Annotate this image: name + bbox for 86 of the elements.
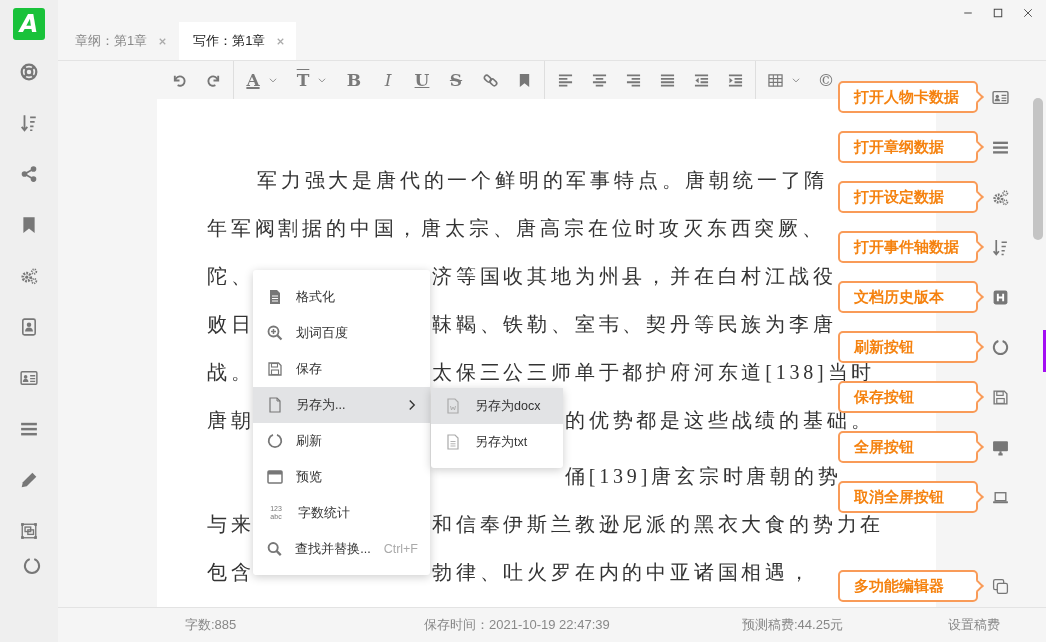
align-right-icon bbox=[625, 72, 641, 88]
copy-button[interactable] bbox=[990, 576, 1010, 596]
body-text: 唐朝 bbox=[207, 407, 255, 433]
bookmark-icon bbox=[20, 215, 38, 234]
tab[interactable]: 写作：第1章 bbox=[179, 22, 297, 60]
caret-icon bbox=[267, 75, 278, 85]
body-text: 战。 bbox=[207, 359, 255, 385]
menu-item[interactable]: 刷新 bbox=[253, 423, 430, 459]
save-icon bbox=[267, 361, 283, 377]
contact-book-icon bbox=[20, 317, 38, 336]
strikethrough-button[interactable]: S bbox=[439, 63, 473, 97]
table-icon bbox=[767, 72, 783, 88]
close-icon bbox=[1022, 7, 1034, 19]
body-text: 和信奉伊斯兰教逊尼派的黑衣大食的势力在 bbox=[432, 511, 885, 537]
italic-button[interactable]: I bbox=[371, 63, 405, 97]
marker-bar bbox=[1043, 330, 1046, 372]
h-square-icon bbox=[991, 288, 1009, 306]
menu-item[interactable]: 划词百度 bbox=[253, 315, 430, 351]
id-card-icon bbox=[991, 88, 1009, 106]
app-logo: A bbox=[13, 8, 45, 40]
tooltip-callout: 全屏按钮 bbox=[838, 431, 986, 463]
align-center-icon bbox=[591, 72, 607, 88]
sort-icon bbox=[20, 113, 38, 132]
body-text: 败日 bbox=[207, 311, 255, 337]
id-card-icon bbox=[20, 368, 38, 387]
menu-item[interactable]: 另存为txt bbox=[431, 424, 563, 460]
body-text: 济等国收其地为州县，并在白村江战役 bbox=[432, 263, 837, 289]
document-icon bbox=[267, 289, 283, 305]
gears-icon bbox=[20, 266, 38, 285]
body-text: 包含 bbox=[207, 559, 255, 585]
menu-item[interactable]: 另存为docx bbox=[431, 388, 563, 424]
body-text: 靺鞨、铁勒、室韦、契丹等民族为李唐 bbox=[432, 311, 837, 337]
sort-icon bbox=[991, 238, 1009, 256]
pencil-icon bbox=[20, 470, 38, 489]
search-icon bbox=[267, 541, 283, 557]
menu-item[interactable]: 格式化 bbox=[253, 279, 430, 315]
estimated-fee: 预测稿费:44.25元 bbox=[742, 616, 845, 635]
body-text: 军力强大是唐代的一个鲜明的军事特点。唐朝统一了隋 bbox=[257, 167, 829, 193]
save-time: 保存时间：2021-10-19 22:47:39 bbox=[424, 616, 611, 635]
gears-icon bbox=[991, 188, 1009, 206]
indent-icon bbox=[727, 72, 743, 88]
text-file-icon bbox=[445, 434, 461, 450]
menu-item[interactable]: 另存为... bbox=[253, 387, 430, 423]
save-icon bbox=[991, 388, 1009, 406]
copy-icon bbox=[991, 577, 1009, 595]
body-text: 勃律、吐火罗在内的中亚诸国相遇， bbox=[432, 559, 813, 585]
font-color-button[interactable]: A bbox=[237, 63, 287, 97]
save-button[interactable] bbox=[990, 387, 1010, 407]
shortcut-label: Ctrl+F bbox=[383, 540, 418, 558]
refresh-icon bbox=[23, 557, 41, 575]
tooltip-callout: 打开事件轴数据 bbox=[838, 231, 986, 263]
share-icon bbox=[20, 164, 38, 183]
sort-button[interactable] bbox=[990, 237, 1010, 257]
bold-button[interactable]: B bbox=[337, 63, 371, 97]
tooltip-callout: 文档历史版本 bbox=[838, 281, 986, 313]
justify-icon bbox=[659, 72, 675, 88]
tooltip-callout: 打开设定数据 bbox=[838, 181, 986, 213]
word-file-icon bbox=[445, 398, 461, 414]
zoom-in-icon bbox=[267, 325, 283, 341]
refresh-icon bbox=[267, 433, 283, 449]
font-size-button[interactable]: T bbox=[287, 63, 337, 97]
outdent-icon bbox=[693, 72, 709, 88]
body-text: 年军阀割据的中国，唐太宗、唐高宗在位时攻灭东西突厥、 bbox=[207, 215, 826, 241]
link-icon bbox=[482, 72, 498, 88]
monitor-icon bbox=[991, 438, 1009, 456]
tooltip-callout: 打开章纲数据 bbox=[838, 131, 986, 163]
frame-icon bbox=[20, 521, 38, 540]
refresh-icon bbox=[991, 338, 1009, 356]
maximize-icon bbox=[992, 7, 1004, 19]
menu-item[interactable]: 查找并替换... Ctrl+F bbox=[253, 531, 430, 567]
caret-icon bbox=[790, 75, 801, 85]
caret-icon bbox=[317, 75, 328, 85]
align-left-icon bbox=[557, 72, 573, 88]
scrollbar-thumb[interactable] bbox=[1033, 98, 1043, 240]
window-icon bbox=[267, 469, 283, 485]
tooltip-callout: 多功能编辑器 bbox=[838, 570, 986, 602]
menu-item[interactable]: 保存 bbox=[253, 351, 430, 387]
file-icon bbox=[267, 397, 283, 413]
gears-button[interactable] bbox=[990, 187, 1010, 207]
body-text: 陀、 bbox=[207, 263, 255, 289]
body-text: 与来 bbox=[207, 511, 255, 537]
underline-button[interactable]: U bbox=[405, 63, 439, 97]
menu-item[interactable]: 预览 bbox=[253, 459, 430, 495]
word-count: 字数:885 bbox=[185, 616, 238, 635]
lifebuoy-icon bbox=[20, 62, 38, 81]
refresh-button[interactable] bbox=[990, 337, 1010, 357]
